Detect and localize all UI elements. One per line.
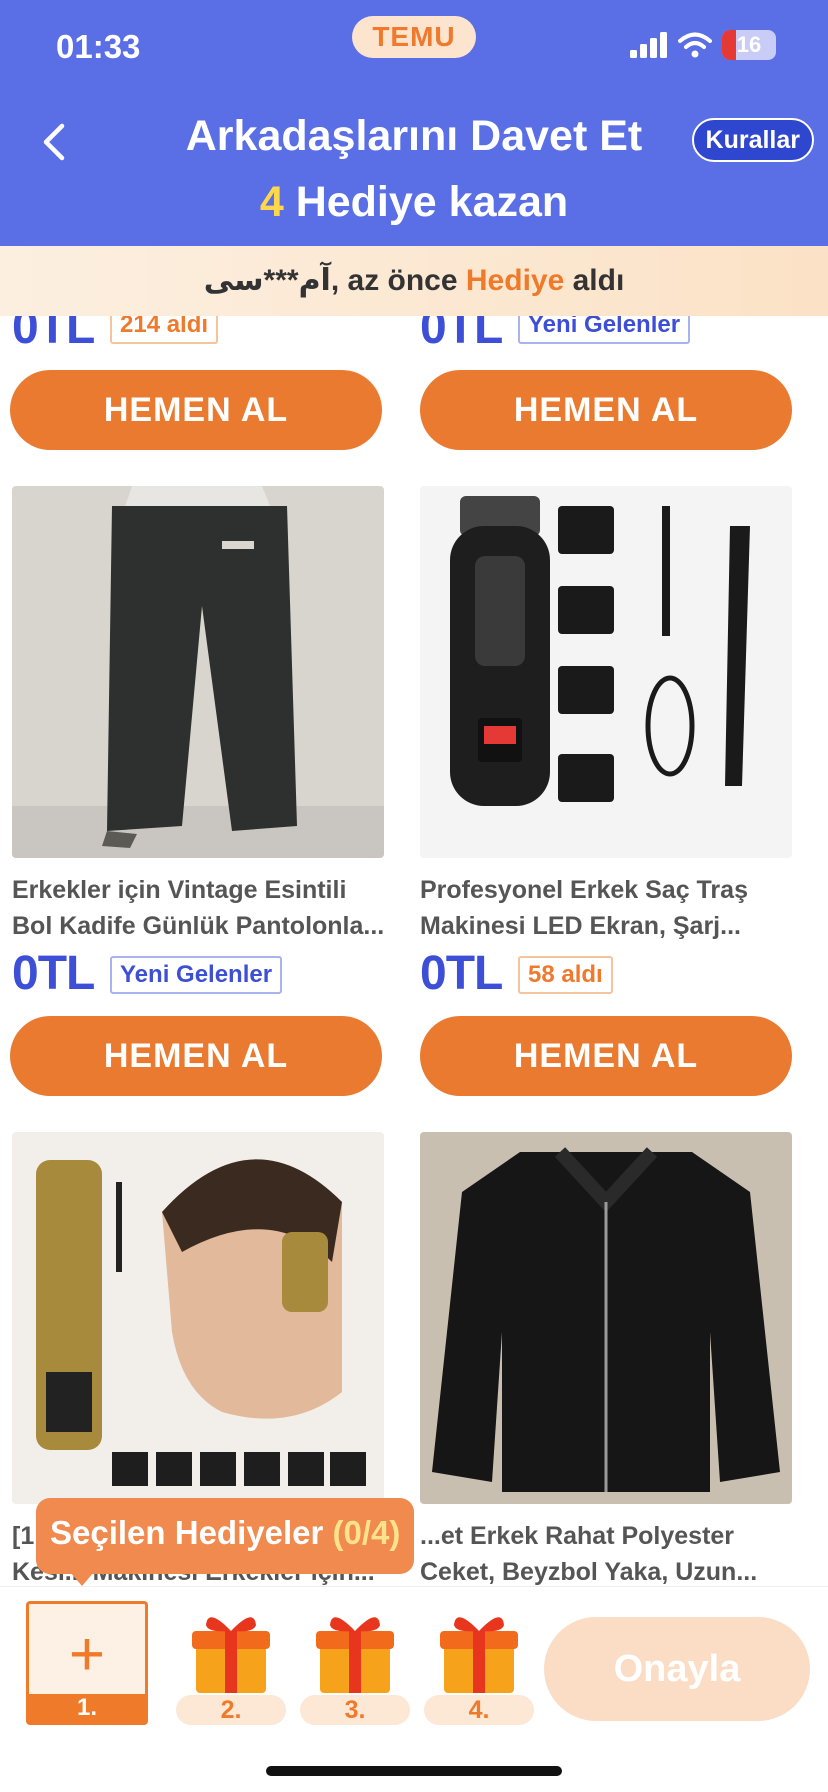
ticker-user: آم***سی bbox=[203, 264, 331, 297]
battery-icon: 16 bbox=[722, 30, 776, 60]
product-grid: 0TL 214 aldı HEMEN AL 0TL Yeni Gelenler … bbox=[0, 316, 828, 1586]
plus-icon: + bbox=[68, 1620, 106, 1689]
buy-now-button[interactable]: HEMEN AL bbox=[10, 1016, 382, 1096]
rules-button[interactable]: Kurallar bbox=[691, 118, 814, 162]
signal-icon bbox=[630, 32, 667, 58]
gift-selection-bar: + 1. 2. 3. 4. Onayla bbox=[0, 1586, 828, 1792]
buy-now-button[interactable]: HEMEN AL bbox=[420, 370, 792, 450]
product-title-line2: Ceket, Beyzbol Yaka, Uzun... bbox=[420, 1558, 758, 1586]
product-price: 0TL bbox=[12, 947, 95, 1000]
gift-slot-label: 1. bbox=[29, 1694, 145, 1722]
gift-slot-label: 3. bbox=[300, 1695, 410, 1725]
status-time: 01:33 bbox=[56, 28, 141, 65]
product-price: 0TL bbox=[12, 316, 95, 354]
product-badge: Yeni Gelenler bbox=[518, 316, 691, 344]
battery-level: 16 bbox=[736, 32, 762, 57]
product-image-jacket[interactable] bbox=[420, 1132, 792, 1504]
home-indicator[interactable] bbox=[266, 1766, 562, 1776]
temu-badge[interactable]: TEMU bbox=[352, 16, 476, 58]
gift-slot-label: 2. bbox=[176, 1695, 286, 1725]
gift-count-number: 4 bbox=[259, 178, 284, 226]
gift-slot-4[interactable]: 4. bbox=[418, 1601, 540, 1725]
gift-box-icon bbox=[316, 1617, 394, 1693]
product-image-trimmer[interactable] bbox=[12, 1132, 384, 1504]
product-title: Profesyonel Erkek Saç Traş bbox=[420, 876, 748, 904]
gift-box-icon bbox=[440, 1617, 518, 1693]
confirm-button[interactable]: Onayla bbox=[544, 1617, 810, 1721]
product-title-line2: Bol Kadife Günlük Pantolonla... bbox=[12, 912, 385, 940]
gift-slot-3[interactable]: 3. bbox=[294, 1601, 416, 1725]
gift-slot-2[interactable]: 2. bbox=[170, 1601, 292, 1725]
tooltip-label: Seçilen Hediyeler bbox=[50, 1514, 333, 1551]
ticker-text: , az önce bbox=[330, 264, 466, 297]
ticker-suffix: aldı bbox=[564, 264, 625, 297]
product-badge: 58 aldı bbox=[518, 956, 613, 994]
subtitle-text: Hediye kazan bbox=[283, 178, 569, 226]
header: 01:33 TEMU 16 Arkadaşlarını Davet Et 4 H… bbox=[0, 0, 828, 246]
product-title: Erkekler için Vintage Esintili bbox=[12, 876, 347, 904]
product-badge: 214 aldı bbox=[110, 316, 219, 344]
gift-box-icon bbox=[192, 1617, 270, 1693]
product-price: 0TL bbox=[420, 947, 503, 1000]
product-image-pants[interactable] bbox=[12, 486, 384, 858]
activity-ticker: آم***سی, az önce Hediye aldı bbox=[0, 246, 828, 316]
buy-now-button[interactable]: HEMEN AL bbox=[420, 1016, 792, 1096]
tooltip-count: (0/4) bbox=[332, 1514, 401, 1551]
status-icons: 16 bbox=[630, 30, 776, 60]
page-subtitle: 4 Hediye kazan bbox=[0, 178, 828, 227]
ticker-highlight: Hediye bbox=[465, 264, 565, 297]
product-title: ...et Erkek Rahat Polyester bbox=[420, 1522, 735, 1550]
selected-gifts-tooltip: Seçilen Hediyeler (0/4) bbox=[36, 1498, 415, 1586]
product-price: 0TL bbox=[420, 316, 503, 354]
wifi-icon bbox=[678, 32, 712, 58]
product-image-hair-clipper[interactable] bbox=[420, 486, 792, 858]
buy-now-button[interactable]: HEMEN AL bbox=[10, 370, 382, 450]
gift-slot-1[interactable]: + 1. bbox=[26, 1601, 148, 1725]
gift-slot-label: 4. bbox=[424, 1695, 534, 1725]
product-title-line2: Makinesi LED Ekran, Şarj... bbox=[420, 912, 741, 940]
product-badge: Yeni Gelenler bbox=[110, 956, 283, 994]
